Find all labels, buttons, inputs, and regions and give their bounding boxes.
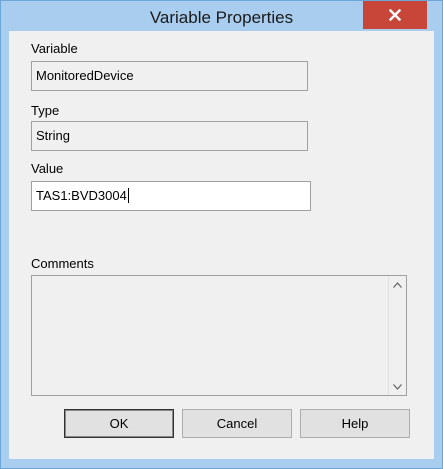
ok-button[interactable]: OK <box>64 409 174 438</box>
comments-scrollbar[interactable] <box>388 276 406 395</box>
value-input-text: TAS1:BVD3004 <box>36 188 127 203</box>
variable-field: MonitoredDevice <box>31 61 308 91</box>
dialog-body: Variable MonitoredDevice Type String Val… <box>9 31 434 459</box>
chevron-down-icon <box>393 383 402 390</box>
chevron-up-icon <box>393 281 402 288</box>
dialog-window: Variable Properties Variable MonitoredDe… <box>0 0 443 469</box>
cancel-button[interactable]: Cancel <box>182 409 292 438</box>
value-input[interactable]: TAS1:BVD3004 <box>31 181 311 211</box>
close-icon <box>389 9 401 21</box>
type-label: Type <box>31 103 60 118</box>
comments-textarea[interactable] <box>31 275 407 396</box>
close-button[interactable] <box>363 1 427 29</box>
help-button[interactable]: Help <box>300 409 410 438</box>
scroll-down-button[interactable] <box>389 378 406 395</box>
variable-label: Variable <box>31 41 78 56</box>
title-bar[interactable]: Variable Properties <box>1 1 442 31</box>
scroll-up-button[interactable] <box>389 276 406 293</box>
value-label: Value <box>31 161 64 176</box>
text-caret <box>127 188 129 203</box>
comments-label: Comments <box>31 256 94 271</box>
type-field: String <box>31 121 308 151</box>
